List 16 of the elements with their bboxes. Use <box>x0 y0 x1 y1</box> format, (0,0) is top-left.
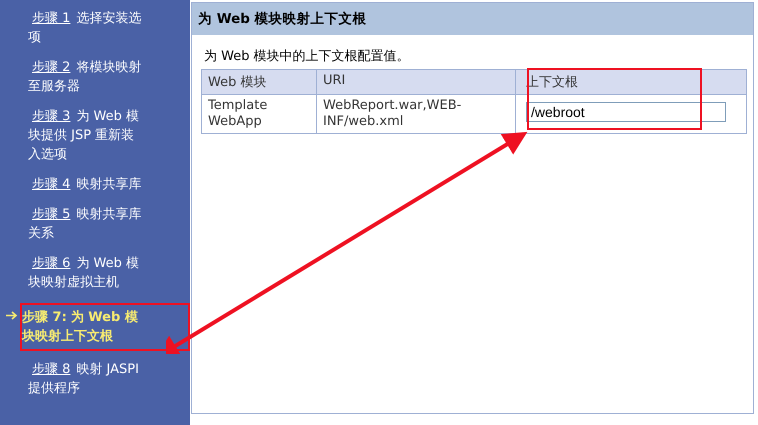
step-link[interactable]: 步骤 4 映射共享库 <box>28 175 146 194</box>
step-link[interactable]: 步骤 8 映射 JASPI 提供程序 <box>28 360 146 398</box>
step-link[interactable]: 步骤 7: 为 Web 模块映射上下文根 <box>22 308 150 346</box>
step-link[interactable]: 步骤 3 为 Web 模块提供 JSP 重新装入选项 <box>28 107 146 164</box>
arrow-icon <box>6 311 18 320</box>
panel-title: 为 Web 模块映射上下文根 <box>192 3 753 35</box>
step-link[interactable]: 步骤 1 选择安装选项 <box>28 9 146 47</box>
column-header: Web 模块 <box>202 70 316 94</box>
table-cell: Template WebApp <box>202 94 316 134</box>
column-header: URI <box>316 70 516 94</box>
table-cell: WebReport.war,WEB-INF/web.xml <box>316 94 516 134</box>
step-link[interactable]: 步骤 5 映射共享库关系 <box>28 205 146 243</box>
step-link[interactable]: 步骤 6 为 Web 模块映射虚拟主机 <box>28 254 146 292</box>
description-text: 为 Web 模块中的上下文根配置值。 <box>204 48 411 65</box>
step-link[interactable]: 步骤 2 将模块映射至服务器 <box>28 58 146 96</box>
context-root-field[interactable]: /webroot <box>526 102 726 122</box>
